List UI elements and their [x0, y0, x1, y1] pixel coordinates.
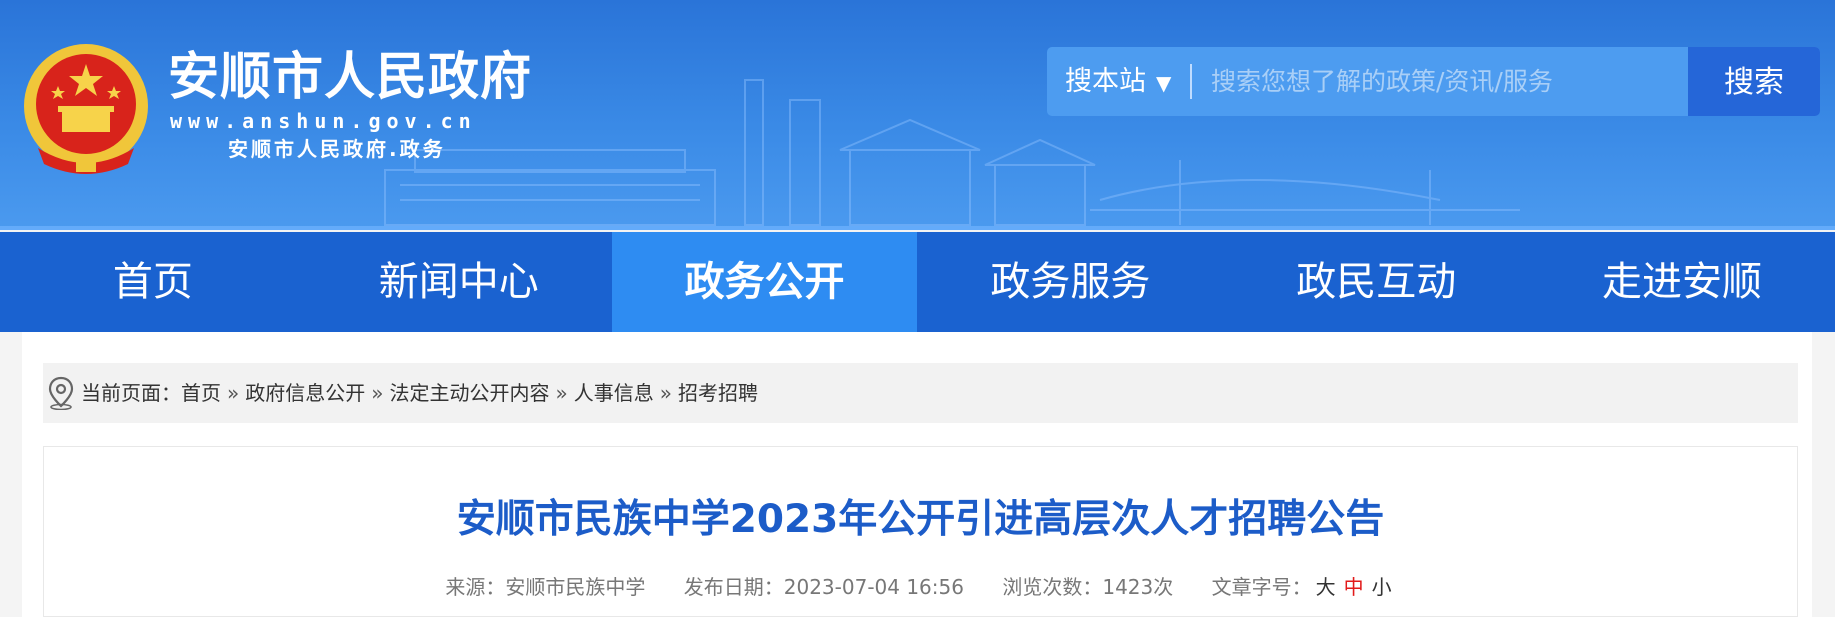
search-divider: [1190, 64, 1192, 99]
breadcrumb-link-personnel-info[interactable]: 人事信息: [574, 381, 654, 405]
breadcrumb-link-info-disclosure[interactable]: 政府信息公开: [245, 381, 365, 405]
site-title[interactable]: 安顺市人民政府: [168, 48, 532, 108]
breadcrumb-link-recruitment[interactable]: 招考招聘: [678, 381, 758, 405]
breadcrumb-separator: »: [659, 381, 672, 405]
location-pin-icon: [48, 376, 74, 410]
nav-item-about-anshun[interactable]: 走进安顺: [1529, 232, 1835, 332]
breadcrumb-prefix: 当前页面：: [81, 381, 181, 405]
article-meta: 来源：安顺市民族中学 发布日期：2023-07-04 16:56 浏览次数：14…: [44, 573, 1797, 601]
site-subtitle: 安顺市人民政府.政务: [228, 137, 446, 161]
nav-item-news[interactable]: 新闻中心: [306, 232, 612, 332]
font-size-large-button[interactable]: 大: [1316, 575, 1336, 599]
article-title: 安顺市民族中学2023年公开引进高层次人才招聘公告: [456, 497, 1385, 542]
search-input[interactable]: [1199, 47, 1753, 116]
breadcrumb-separator: »: [227, 381, 240, 405]
nav-item-home[interactable]: 首页: [0, 232, 306, 332]
national-emblem-icon: [24, 44, 148, 174]
article-views: 浏览次数：1423次: [1002, 575, 1174, 599]
breadcrumb-trail: 当前页面：首页» 政府信息公开» 法定主动公开内容» 人事信息» 招考招聘: [81, 363, 758, 423]
header-divider: [0, 226, 1835, 230]
nav-item-services[interactable]: 政务服务: [917, 232, 1223, 332]
search-scope-label: 搜本站: [1065, 66, 1146, 97]
breadcrumb: 当前页面：首页» 政府信息公开» 法定主动公开内容» 人事信息» 招考招聘: [43, 363, 1798, 423]
nav-item-interaction[interactable]: 政民互动: [1223, 232, 1529, 332]
site-url: www.anshun.gov.cn: [170, 109, 477, 133]
search-button[interactable]: 搜索: [1688, 47, 1820, 116]
article-source: 来源：安顺市民族中学: [445, 575, 646, 599]
breadcrumb-separator: »: [555, 381, 568, 405]
font-size-control: 文章字号：大中小: [1212, 575, 1396, 599]
breadcrumb-separator: »: [371, 381, 384, 405]
font-size-label: 文章字号：: [1211, 575, 1312, 599]
chevron-down-icon: ▼: [1156, 71, 1172, 95]
search-bar: 搜本站 ▼ 搜索: [1047, 47, 1820, 116]
breadcrumb-link-statutory-content[interactable]: 法定主动公开内容: [390, 381, 550, 405]
font-size-small-button[interactable]: 小: [1372, 575, 1392, 599]
site-header: 安顺市人民政府 www.anshun.gov.cn 安顺市人民政府.政务 搜本站…: [0, 0, 1835, 230]
nav-item-government-affairs[interactable]: 政务公开: [611, 232, 918, 332]
font-size-medium-button[interactable]: 中: [1344, 575, 1364, 599]
breadcrumb-link-home[interactable]: 首页: [181, 381, 221, 405]
article-date: 发布日期：2023-07-04 16:56: [683, 575, 964, 599]
search-scope-dropdown[interactable]: 搜本站 ▼: [1047, 47, 1192, 116]
main-nav: 首页 新闻中心 政务公开 政务服务 政民互动 走进安顺: [0, 232, 1835, 332]
article-card: 安顺市民族中学2023年公开引进高层次人才招聘公告 来源：安顺市民族中学 发布日…: [43, 446, 1798, 617]
